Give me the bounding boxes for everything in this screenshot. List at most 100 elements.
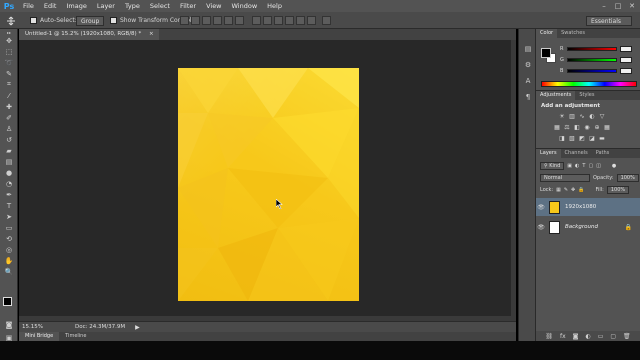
tab-paths[interactable]: Paths xyxy=(592,149,614,158)
workspace-dropdown[interactable]: Essentials xyxy=(586,15,632,26)
filter-shape-icon[interactable]: ▢ xyxy=(588,163,593,169)
distribute-top-icon[interactable] xyxy=(252,16,261,25)
add-mask-icon[interactable]: ◙ xyxy=(573,333,579,340)
history-panel-icon[interactable]: ▤ xyxy=(519,42,537,56)
color-swatches[interactable] xyxy=(3,297,17,311)
distribute-vcenter-icon[interactable] xyxy=(263,16,272,25)
red-value-field[interactable] xyxy=(620,46,632,52)
color-lookup-icon[interactable]: ▦ xyxy=(603,124,611,132)
crop-tool-icon[interactable]: ⌗ xyxy=(0,79,18,90)
menu-view[interactable]: View xyxy=(201,0,226,12)
3d-rotate-tool-icon[interactable]: ⟲ xyxy=(0,233,18,244)
curves-icon[interactable]: ∿ xyxy=(578,113,586,121)
tab-styles[interactable]: Styles xyxy=(575,91,598,100)
close-tab-icon[interactable]: × xyxy=(149,31,154,37)
layer-row-background[interactable]: 👁 Background 🔒 xyxy=(536,218,640,236)
layer-row-1920x1080[interactable]: 👁 1920x1080 xyxy=(536,198,640,216)
properties-panel-icon[interactable]: ⚙ xyxy=(519,58,537,72)
marquee-tool-icon[interactable]: ⬚ xyxy=(0,46,18,57)
gradient-tool-icon[interactable]: ▤ xyxy=(0,156,18,167)
tab-adjustments[interactable]: Adjustments xyxy=(536,91,576,100)
quick-mask-icon[interactable]: ◙ xyxy=(0,319,18,330)
auto-align-icon[interactable] xyxy=(322,16,331,25)
selective-color-icon[interactable]: ◪ xyxy=(588,135,596,143)
color-balance-icon[interactable]: ⚖ xyxy=(563,124,571,132)
menu-layer[interactable]: Layer xyxy=(92,0,120,12)
green-value-field[interactable] xyxy=(620,57,632,63)
visibility-eye-icon[interactable]: 👁 xyxy=(536,224,546,231)
maximize-button[interactable]: □ xyxy=(614,2,622,10)
healing-brush-tool-icon[interactable]: ✚ xyxy=(0,101,18,112)
lock-all-icon[interactable]: 🔒 xyxy=(578,187,584,193)
move-tool-preset[interactable] xyxy=(4,15,18,26)
new-group-icon[interactable]: ▭ xyxy=(598,333,604,340)
eyedropper-tool-icon[interactable]: ⁄ xyxy=(0,90,18,101)
rectangle-tool-icon[interactable]: ▭ xyxy=(0,222,18,233)
vertical-scrollbar[interactable] xyxy=(511,40,516,316)
clone-stamp-tool-icon[interactable]: ♙ xyxy=(0,123,18,134)
quick-select-tool-icon[interactable]: ✎ xyxy=(0,68,18,79)
menu-type[interactable]: Type xyxy=(120,0,145,12)
menu-filter[interactable]: Filter xyxy=(175,0,201,12)
distribute-bottom-icon[interactable] xyxy=(274,16,283,25)
filter-pixel-icon[interactable]: ▣ xyxy=(567,163,572,169)
tab-swatches[interactable]: Swatches xyxy=(557,29,589,38)
eraser-tool-icon[interactable]: ▰ xyxy=(0,145,18,156)
layer-style-icon[interactable]: fx xyxy=(560,333,566,340)
paragraph-panel-icon[interactable]: ¶ xyxy=(519,90,537,104)
3d-camera-tool-icon[interactable]: ◎ xyxy=(0,244,18,255)
type-tool-icon[interactable]: T xyxy=(0,200,18,211)
link-layers-icon[interactable]: ⛓ xyxy=(545,333,553,340)
tab-channels[interactable]: Channels xyxy=(561,149,592,158)
filter-toggle-icon[interactable]: ● xyxy=(612,163,616,169)
align-right-icon[interactable] xyxy=(235,16,244,25)
align-top-icon[interactable] xyxy=(180,16,189,25)
move-tool-icon[interactable]: ✥ xyxy=(0,35,18,46)
new-layer-icon[interactable]: ▢ xyxy=(610,333,616,340)
auto-select-checkbox[interactable] xyxy=(30,17,37,24)
menu-image[interactable]: Image xyxy=(61,0,91,12)
posterize-icon[interactable]: ▧ xyxy=(568,135,576,143)
tab-mini-bridge[interactable]: Mini Bridge xyxy=(19,332,60,341)
pen-tool-icon[interactable]: ✒ xyxy=(0,189,18,200)
threshold-icon[interactable]: ◩ xyxy=(578,135,586,143)
align-bottom-icon[interactable] xyxy=(202,16,211,25)
menu-window[interactable]: Window xyxy=(227,0,263,12)
minimize-button[interactable]: – xyxy=(600,2,608,10)
distribute-hcenter-icon[interactable] xyxy=(296,16,305,25)
layer-name[interactable]: Background xyxy=(565,224,598,230)
color-spectrum-ramp[interactable] xyxy=(541,81,637,87)
delete-layer-icon[interactable]: 🗑 xyxy=(623,333,631,340)
blue-slider[interactable] xyxy=(567,69,617,73)
auto-select-dropdown[interactable]: Group xyxy=(76,15,105,26)
invert-icon[interactable]: ◨ xyxy=(558,135,566,143)
vibrance-icon[interactable]: ▽ xyxy=(598,113,606,121)
new-adjustment-layer-icon[interactable]: ◐ xyxy=(585,333,590,340)
hue-saturation-icon[interactable]: ▦ xyxy=(553,124,561,132)
lock-position-icon[interactable]: ✥ xyxy=(571,187,575,193)
layer-name[interactable]: 1920x1080 xyxy=(565,204,596,210)
history-brush-tool-icon[interactable]: ↺ xyxy=(0,134,18,145)
menu-edit[interactable]: Edit xyxy=(39,0,62,12)
levels-icon[interactable]: ▥ xyxy=(568,113,576,121)
brush-tool-icon[interactable]: ✐ xyxy=(0,112,18,123)
zoom-tool-icon[interactable]: 🔍 xyxy=(0,266,18,277)
exposure-icon[interactable]: ◐ xyxy=(588,113,596,121)
lock-transparent-icon[interactable]: ▦ xyxy=(556,187,561,193)
tab-color[interactable]: Color xyxy=(536,29,558,38)
blend-mode-dropdown[interactable]: Normal xyxy=(540,173,590,182)
status-menu-arrow-icon[interactable]: ▶ xyxy=(135,324,140,331)
menu-file[interactable]: File xyxy=(18,0,39,12)
align-left-icon[interactable] xyxy=(213,16,222,25)
black-white-icon[interactable]: ◧ xyxy=(573,124,581,132)
channel-mixer-icon[interactable]: ⊕ xyxy=(593,124,601,132)
lock-pixels-icon[interactable]: ✎ xyxy=(564,187,568,193)
tab-timeline[interactable]: Timeline xyxy=(59,332,92,341)
distribute-left-icon[interactable] xyxy=(285,16,294,25)
auto-select-checkbox-group[interactable]: Auto-Select: xyxy=(30,15,77,26)
document-tab[interactable]: Untitled-1 @ 15.2% (1920x1080, RGB/8) * … xyxy=(19,29,159,40)
fill-field[interactable]: 100% xyxy=(606,185,630,194)
gradient-map-icon[interactable]: ▬ xyxy=(598,135,606,143)
menu-select[interactable]: Select xyxy=(145,0,175,12)
visibility-eye-icon[interactable]: 👁 xyxy=(536,204,546,211)
